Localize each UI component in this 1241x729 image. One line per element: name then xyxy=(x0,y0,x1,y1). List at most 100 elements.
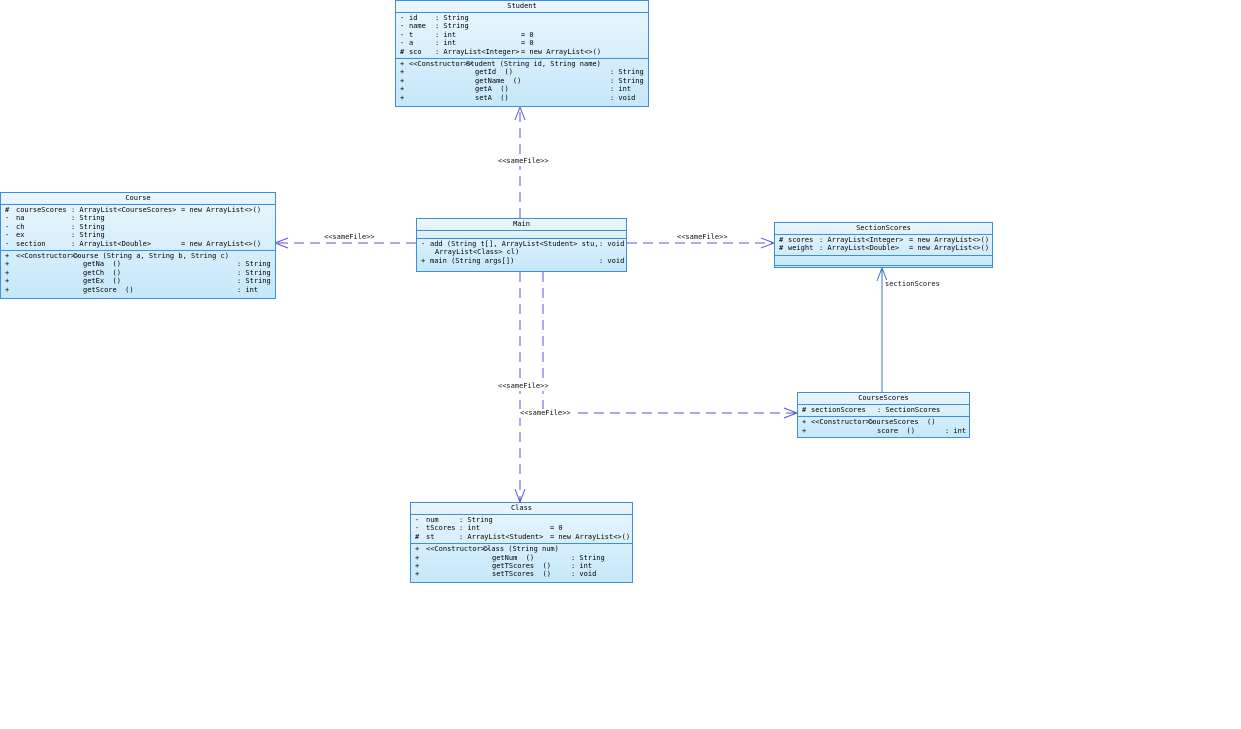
operations-compartment: + <<Constructor>> Course (String a, String… xyxy=(1,251,275,296)
visibility-marker: - xyxy=(5,214,10,223)
attribute-type: : String xyxy=(459,516,493,524)
operation-return-type: : int xyxy=(571,561,593,570)
operation-row[interactable]: + <<Constructor>> Student (String id, Stri… xyxy=(398,60,648,68)
operation-row[interactable]: + getName (): String xyxy=(398,77,648,85)
class-course[interactable]: Course # courseScores: ArrayList<CourseSco… xyxy=(0,192,276,299)
visibility-marker: - xyxy=(400,22,405,31)
attribute-row[interactable]: - section: ArrayList<Double> = new ArrayLi… xyxy=(3,240,275,248)
operations-compartment: - add (String t[], ArrayList<Student> stu… xyxy=(417,239,626,267)
operation-row[interactable]: + score (): int xyxy=(800,427,969,435)
attribute-name: num xyxy=(426,516,439,524)
attribute-row[interactable]: # sco: ArrayList<Integer> = new ArrayList<… xyxy=(398,48,648,56)
edge-label-main-sectionscores: <<sameFile>> xyxy=(676,233,729,242)
attribute-initial-value: = new ArrayList<>() xyxy=(909,236,990,244)
attribute-row[interactable]: - na: String xyxy=(3,214,275,222)
operation-row[interactable]: + getNa (): String xyxy=(3,260,275,268)
visibility-marker: # xyxy=(400,47,405,56)
attribute-type: : String xyxy=(71,222,105,231)
operation-return-type: : void xyxy=(599,240,625,248)
visibility-marker: + xyxy=(400,76,405,85)
attribute-type: : ArrayList<Double> xyxy=(71,239,152,248)
visibility-marker: - xyxy=(415,516,420,524)
visibility-marker: - xyxy=(421,240,426,248)
class-class[interactable]: Class - num: String - tScores: int = 0 # st: Ar… xyxy=(410,502,633,583)
class-title: CourseScores xyxy=(798,393,969,405)
visibility-marker: + xyxy=(5,285,10,294)
operation-row[interactable]: - add (String t[], ArrayList<Student> stu… xyxy=(419,240,626,248)
attribute-row[interactable]: -a: int = 0 xyxy=(398,39,648,47)
operation-return-type: : String xyxy=(237,277,271,286)
attribute-name: courseScores xyxy=(16,206,67,214)
attribute-row[interactable]: # sectionScores: SectionScores xyxy=(800,406,969,414)
attribute-row[interactable]: - num : String xyxy=(413,516,632,524)
operation-signature: ArrayList<Class> cl) xyxy=(435,248,520,257)
attribute-row[interactable]: # courseScores: ArrayList<CourseScores> = … xyxy=(3,206,275,214)
attribute-name: ch xyxy=(16,222,25,231)
attributes-compartment: - num : String - tScores: int = 0 # st: ArrayLi… xyxy=(411,515,632,545)
visibility-marker: # xyxy=(802,406,807,414)
operation-row[interactable]: + getNum (): String xyxy=(413,554,632,562)
operation-row[interactable]: ArrayList<Class> cl) xyxy=(419,248,626,256)
relationship-edges xyxy=(273,105,888,504)
class-student[interactable]: Student - id: String - name: String - t: int = … xyxy=(395,0,649,107)
class-sectionscores[interactable]: SectionScores # scores: ArrayList<Integer>… xyxy=(774,222,993,268)
operation-stereotype: <<Constructor>> xyxy=(16,251,80,260)
operation-row[interactable]: + getTScores (): int xyxy=(413,562,632,570)
operation-row[interactable]: + getScore (): int xyxy=(3,286,275,294)
attribute-row[interactable]: - id: String xyxy=(398,14,648,22)
attribute-row[interactable]: -t: int = 0 xyxy=(398,31,648,39)
attribute-name: ex xyxy=(16,231,25,240)
operation-row[interactable]: + setA (): void xyxy=(398,94,648,102)
attribute-row[interactable]: # scores: ArrayList<Integer> = new ArrayLi… xyxy=(777,236,992,244)
visibility-marker: + xyxy=(415,561,420,570)
class-title: Class xyxy=(411,503,632,515)
operation-row[interactable]: + getId (): String xyxy=(398,68,648,76)
attributes-compartment: - id: String - name: String - t: int = 0-a: in… xyxy=(396,13,648,59)
operation-row[interactable]: + getCh (): String xyxy=(3,269,275,277)
operation-row[interactable]: + getA (): int xyxy=(398,85,648,93)
attribute-row[interactable]: - tScores: int = 0 xyxy=(413,524,632,532)
visibility-marker: + xyxy=(802,418,807,427)
attribute-type: : String xyxy=(71,231,105,240)
visibility-marker: + xyxy=(415,570,420,579)
operation-row[interactable]: + <<Constructor>> CourseScores () xyxy=(800,418,969,426)
attribute-initial-value: = 0 xyxy=(521,39,534,48)
attribute-row[interactable]: - ch: String xyxy=(3,223,275,231)
operation-row[interactable]: + <<Constructor>> Course (String a, String… xyxy=(3,252,275,260)
operation-signature: Student (String id, String name) xyxy=(466,59,601,68)
operation-return-type: : String xyxy=(237,268,271,277)
visibility-marker: # xyxy=(779,236,784,244)
edge-main-coursescores[interactable] xyxy=(542,272,796,414)
attribute-type: : ArrayList<Integer> xyxy=(435,47,520,56)
attribute-row[interactable]: # weight: ArrayList<Double> = new ArrayLis… xyxy=(777,244,992,252)
attribute-type: : int xyxy=(435,39,457,48)
class-coursescores[interactable]: CourseScores # sectionScores: SectionScore… xyxy=(797,392,970,438)
visibility-marker: # xyxy=(5,206,10,214)
attribute-row[interactable]: - name: String xyxy=(398,22,648,30)
operations-compartment: + <<Constructor>> CourseScores () + score ()… xyxy=(798,417,969,437)
operation-row[interactable]: + setTScores (): void xyxy=(413,570,632,578)
operation-stereotype: <<Constructor>> xyxy=(409,59,473,68)
attribute-type: : ArrayList<Integer> xyxy=(819,236,904,244)
operation-row[interactable]: + getEx (): String xyxy=(3,277,275,285)
edge-main-course-arrowhead xyxy=(273,237,289,249)
attribute-row[interactable]: # st: ArrayList<Student> = new ArrayList<>… xyxy=(413,533,632,541)
operation-row[interactable]: + main (String args[]): void xyxy=(419,257,626,265)
operation-return-type: : String xyxy=(610,68,644,77)
operation-row[interactable]: + <<Constructor>> Class (String num) xyxy=(413,545,632,553)
edge-main-class-arrowhead xyxy=(514,488,526,504)
attribute-row[interactable]: - ex: String xyxy=(3,231,275,239)
visibility-marker: + xyxy=(415,545,420,554)
operation-signature: main (String args[]) xyxy=(430,256,515,265)
class-main[interactable]: Main - add (String t[], ArrayList<Student>… xyxy=(416,218,627,272)
visibility-marker: - xyxy=(415,524,420,533)
attribute-initial-value: = new ArrayList<>() xyxy=(181,239,262,248)
edge-main-sectionscores-arrowhead xyxy=(760,237,776,249)
operation-signature: getName () xyxy=(475,76,522,85)
visibility-marker: + xyxy=(5,260,10,269)
attribute-initial-value: = 0 xyxy=(521,30,534,39)
attribute-name: na xyxy=(16,214,25,223)
visibility-marker: + xyxy=(5,251,10,260)
operation-stereotype: <<Constructor>> xyxy=(426,545,490,554)
edge-label-main-coursescores: <<sameFile>> xyxy=(519,409,572,418)
